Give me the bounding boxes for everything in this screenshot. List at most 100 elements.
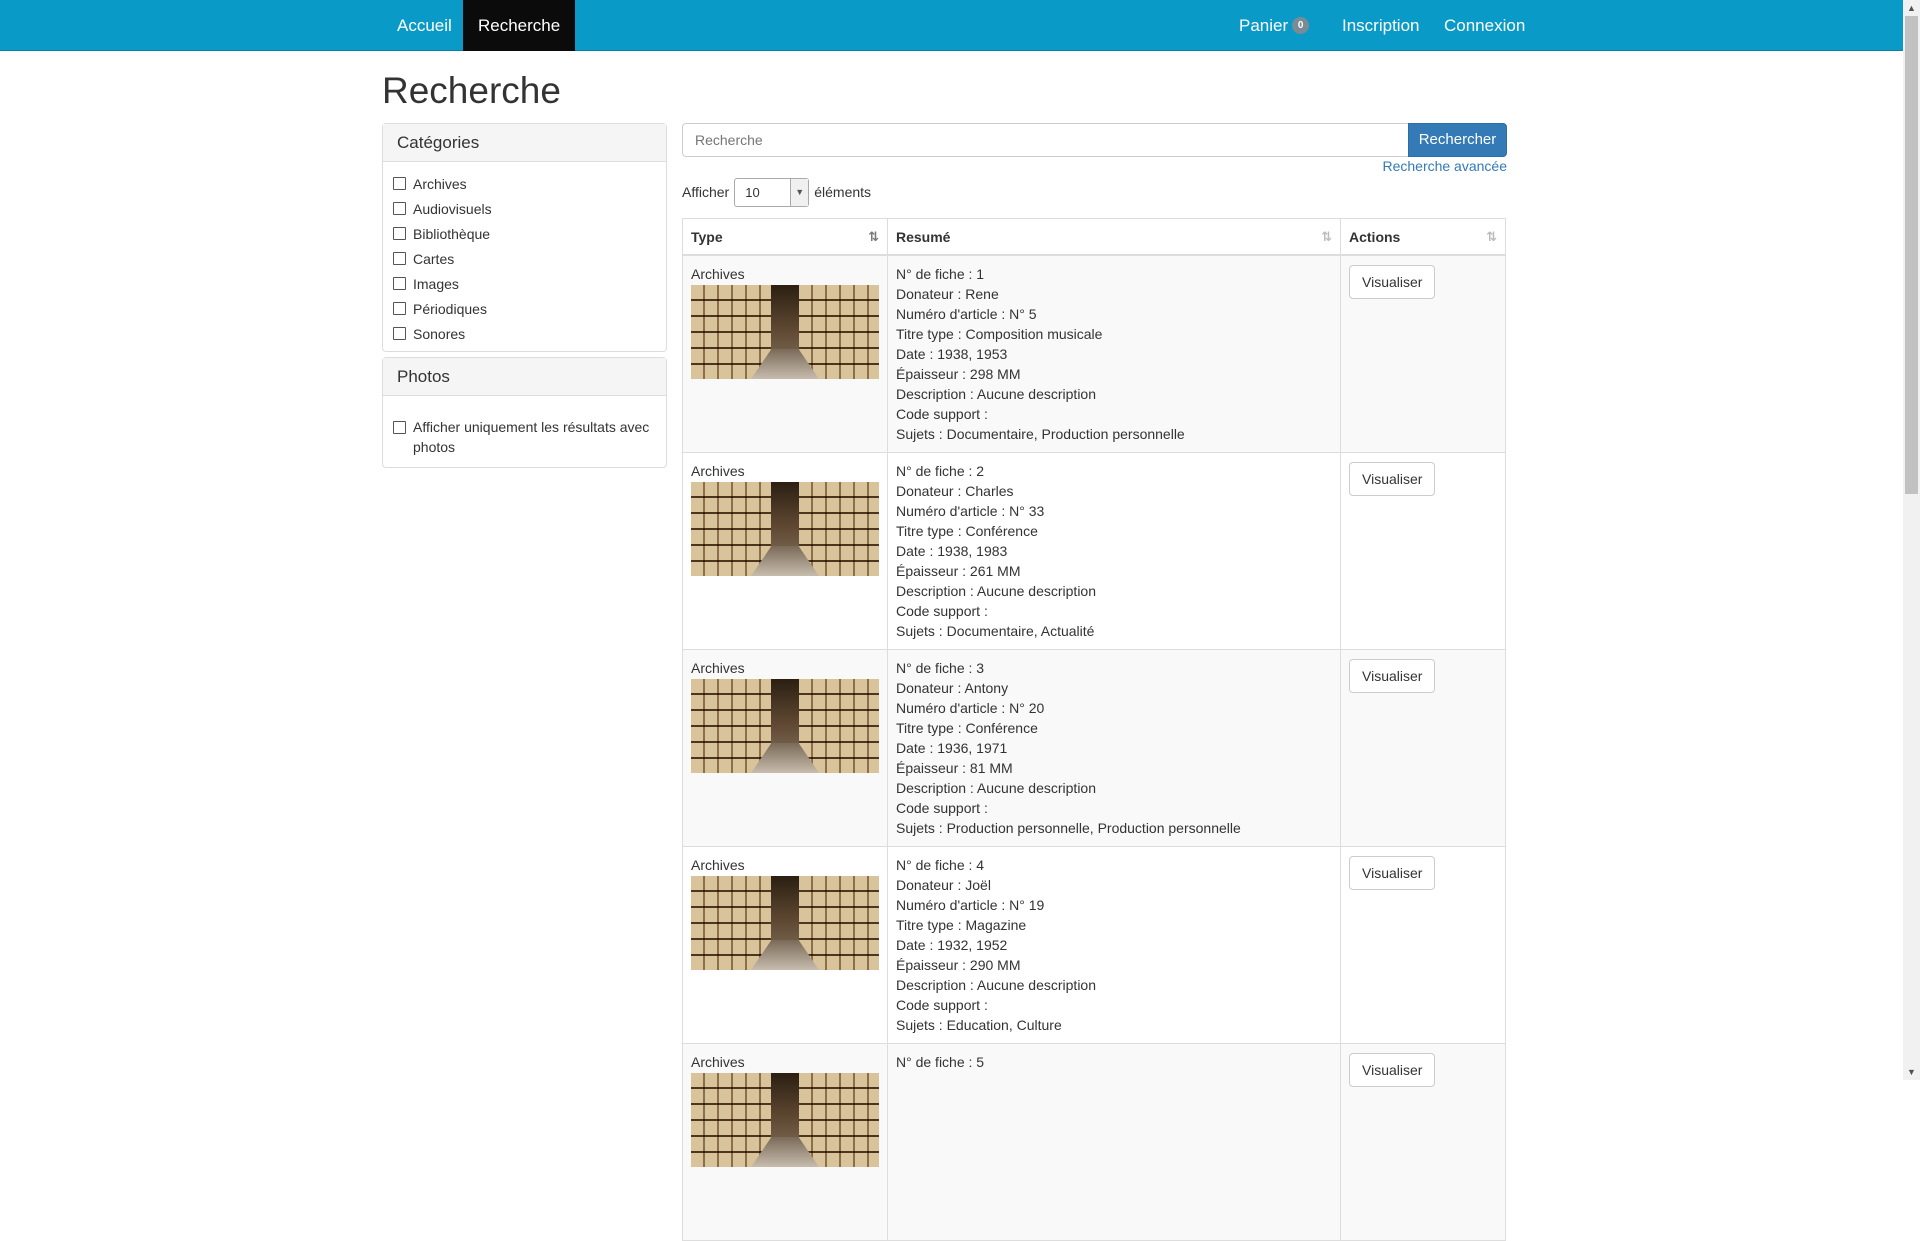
actions-cell: Visualiser [1341, 453, 1505, 649]
scroll-down-icon[interactable]: ▼ [1903, 1064, 1920, 1080]
category-label: Audiovisuels [413, 200, 492, 217]
archive-thumbnail-image [691, 285, 879, 379]
resume-line: Code support : [896, 603, 988, 619]
header-label: Type [691, 229, 723, 245]
resume-cell: N° de fiche : 1 Donateur : Rene Numéro d'a… [888, 256, 1341, 452]
archive-thumbnail-image [691, 876, 879, 970]
checkbox-icon[interactable] [393, 177, 406, 190]
advanced-search-link[interactable]: Recherche avancée [1382, 158, 1507, 174]
nav-cart-link[interactable]: Panier 0 [1224, 0, 1324, 51]
table-row: Archives N° de fiche : 5 Visualiser [682, 1044, 1506, 1241]
header-label: Resumé [896, 229, 951, 245]
header-actions[interactable]: Actions ⇅ [1341, 219, 1505, 254]
resume-line: Numéro d'article : N° 20 [896, 700, 1045, 716]
category-sonores[interactable]: Sonores [393, 321, 656, 346]
resume-line: Description : Aucune description [896, 977, 1096, 993]
category-periodiques[interactable]: Périodiques [393, 296, 656, 321]
view-button[interactable]: Visualiser [1349, 265, 1436, 299]
view-button[interactable]: Visualiser [1349, 1053, 1436, 1087]
category-bibliotheque[interactable]: Bibliothèque [393, 221, 656, 246]
resume-line: Titre type : Magazine [896, 917, 1027, 933]
scroll-up-icon[interactable]: ▲ [1903, 0, 1920, 16]
checkbox-icon[interactable] [393, 202, 406, 215]
checkbox-icon[interactable] [393, 327, 406, 340]
resume-cell: N° de fiche : 4 Donateur : Joël Numéro d'a… [888, 847, 1341, 1043]
nav-login-link[interactable]: Connexion [1429, 0, 1540, 51]
nav-cart-label: Panier [1239, 16, 1289, 35]
category-label: Bibliothèque [413, 225, 491, 242]
checkbox-icon[interactable] [393, 302, 406, 315]
resume-line: Sujets : Production personnelle, Product… [896, 820, 1241, 836]
archive-thumbnail-image [691, 679, 879, 773]
resume-line: N° de fiche : 2 [896, 463, 985, 479]
photos-only-label: Afficher uniquement les résultats avec p… [413, 419, 650, 455]
resume-line: Numéro d'article : N° 33 [896, 503, 1045, 519]
resume-line: Code support : [896, 800, 988, 816]
category-audiovisuels[interactable]: Audiovisuels [393, 196, 656, 221]
type-cell: Archives [683, 453, 888, 649]
category-images[interactable]: Images [393, 271, 656, 296]
page-scrollbar[interactable]: ▲ ▼ [1903, 0, 1920, 1080]
type-cell: Archives [683, 256, 888, 452]
resume-line: Titre type : Composition musicale [896, 326, 1103, 342]
checkbox-icon[interactable] [393, 277, 406, 290]
category-archives[interactable]: Archives [393, 171, 656, 196]
category-label: Archives [413, 175, 467, 192]
resume-line: Épaisseur : 261 MM [896, 563, 1021, 579]
category-label: Périodiques [413, 300, 487, 317]
actions-cell: Visualiser [1341, 847, 1505, 1043]
row-type: Archives [691, 266, 745, 282]
checkbox-icon[interactable] [393, 421, 406, 434]
resume-line: Épaisseur : 81 MM [896, 760, 1013, 776]
resume-line: N° de fiche : 1 [896, 266, 985, 282]
resume-line: Code support : [896, 997, 988, 1013]
header-label: Actions [1349, 229, 1401, 245]
nav-register-link[interactable]: Inscription [1327, 0, 1434, 51]
photos-panel: Photos Afficher uniquement les résultats… [382, 357, 667, 468]
nav-home-link[interactable]: Accueil [382, 0, 467, 51]
row-type: Archives [691, 463, 745, 479]
category-label: Images [413, 275, 459, 292]
nav-search-link[interactable]: Recherche [463, 0, 576, 51]
header-type[interactable]: Type ⇅ [683, 219, 888, 254]
resume-line: Donateur : Antony [896, 680, 1009, 696]
checkbox-icon[interactable] [393, 252, 406, 265]
checkbox-icon[interactable] [393, 227, 406, 240]
resume-line: Sujets : Documentaire, Actualité [896, 623, 1095, 639]
cart-count-badge: 0 [1292, 17, 1310, 35]
resume-cell: N° de fiche : 5 [888, 1044, 1341, 1240]
header-resume[interactable]: Resumé ⇅ [888, 219, 1341, 254]
page-length-value: 10 [745, 184, 760, 200]
resume-cell: N° de fiche : 2 Donateur : Charles Numéro … [888, 453, 1341, 649]
photos-only-option[interactable]: Afficher uniquement les résultats avec p… [383, 396, 666, 467]
resume-line: Sujets : Documentaire, Production person… [896, 426, 1185, 442]
view-button[interactable]: Visualiser [1349, 659, 1436, 693]
resume-line: Donateur : Joël [896, 877, 991, 893]
view-button[interactable]: Visualiser [1349, 856, 1436, 890]
scrollbar-thumb[interactable] [1905, 16, 1918, 494]
resume-line: Description : Aucune description [896, 583, 1096, 599]
page-length-control: Afficher 10 ▼ éléments [682, 177, 871, 207]
sort-asc-icon: ⇅ [868, 229, 879, 244]
archive-thumbnail-image [691, 482, 879, 576]
search-button[interactable]: Rechercher [1408, 123, 1507, 157]
category-cartes[interactable]: Cartes [393, 246, 656, 271]
view-button[interactable]: Visualiser [1349, 462, 1436, 496]
resume-line: Date : 1932, 1952 [896, 937, 1008, 953]
resume-line: Date : 1936, 1971 [896, 740, 1008, 756]
resume-line: Code support : [896, 406, 988, 422]
table-row: Archives N° de fiche : 2 Donateur : Charle… [682, 453, 1506, 650]
page-length-select[interactable]: 10 ▼ [734, 177, 810, 207]
resume-line: Numéro d'article : N° 19 [896, 897, 1045, 913]
type-cell: Archives [683, 650, 888, 846]
category-label: Cartes [413, 250, 455, 267]
sort-icon: ⇅ [1321, 229, 1332, 244]
row-type: Archives [691, 660, 745, 676]
search-input[interactable] [682, 123, 1409, 157]
row-type: Archives [691, 857, 745, 873]
photos-heading: Photos [383, 358, 666, 396]
table-row: Archives N° de fiche : 4 Donateur : Joël Nu… [682, 847, 1506, 1044]
category-label: Sonores [413, 325, 466, 342]
categories-list: Archives Audiovisuels Bibliothèque Carte… [383, 162, 666, 352]
resume-line: Épaisseur : 290 MM [896, 957, 1021, 973]
